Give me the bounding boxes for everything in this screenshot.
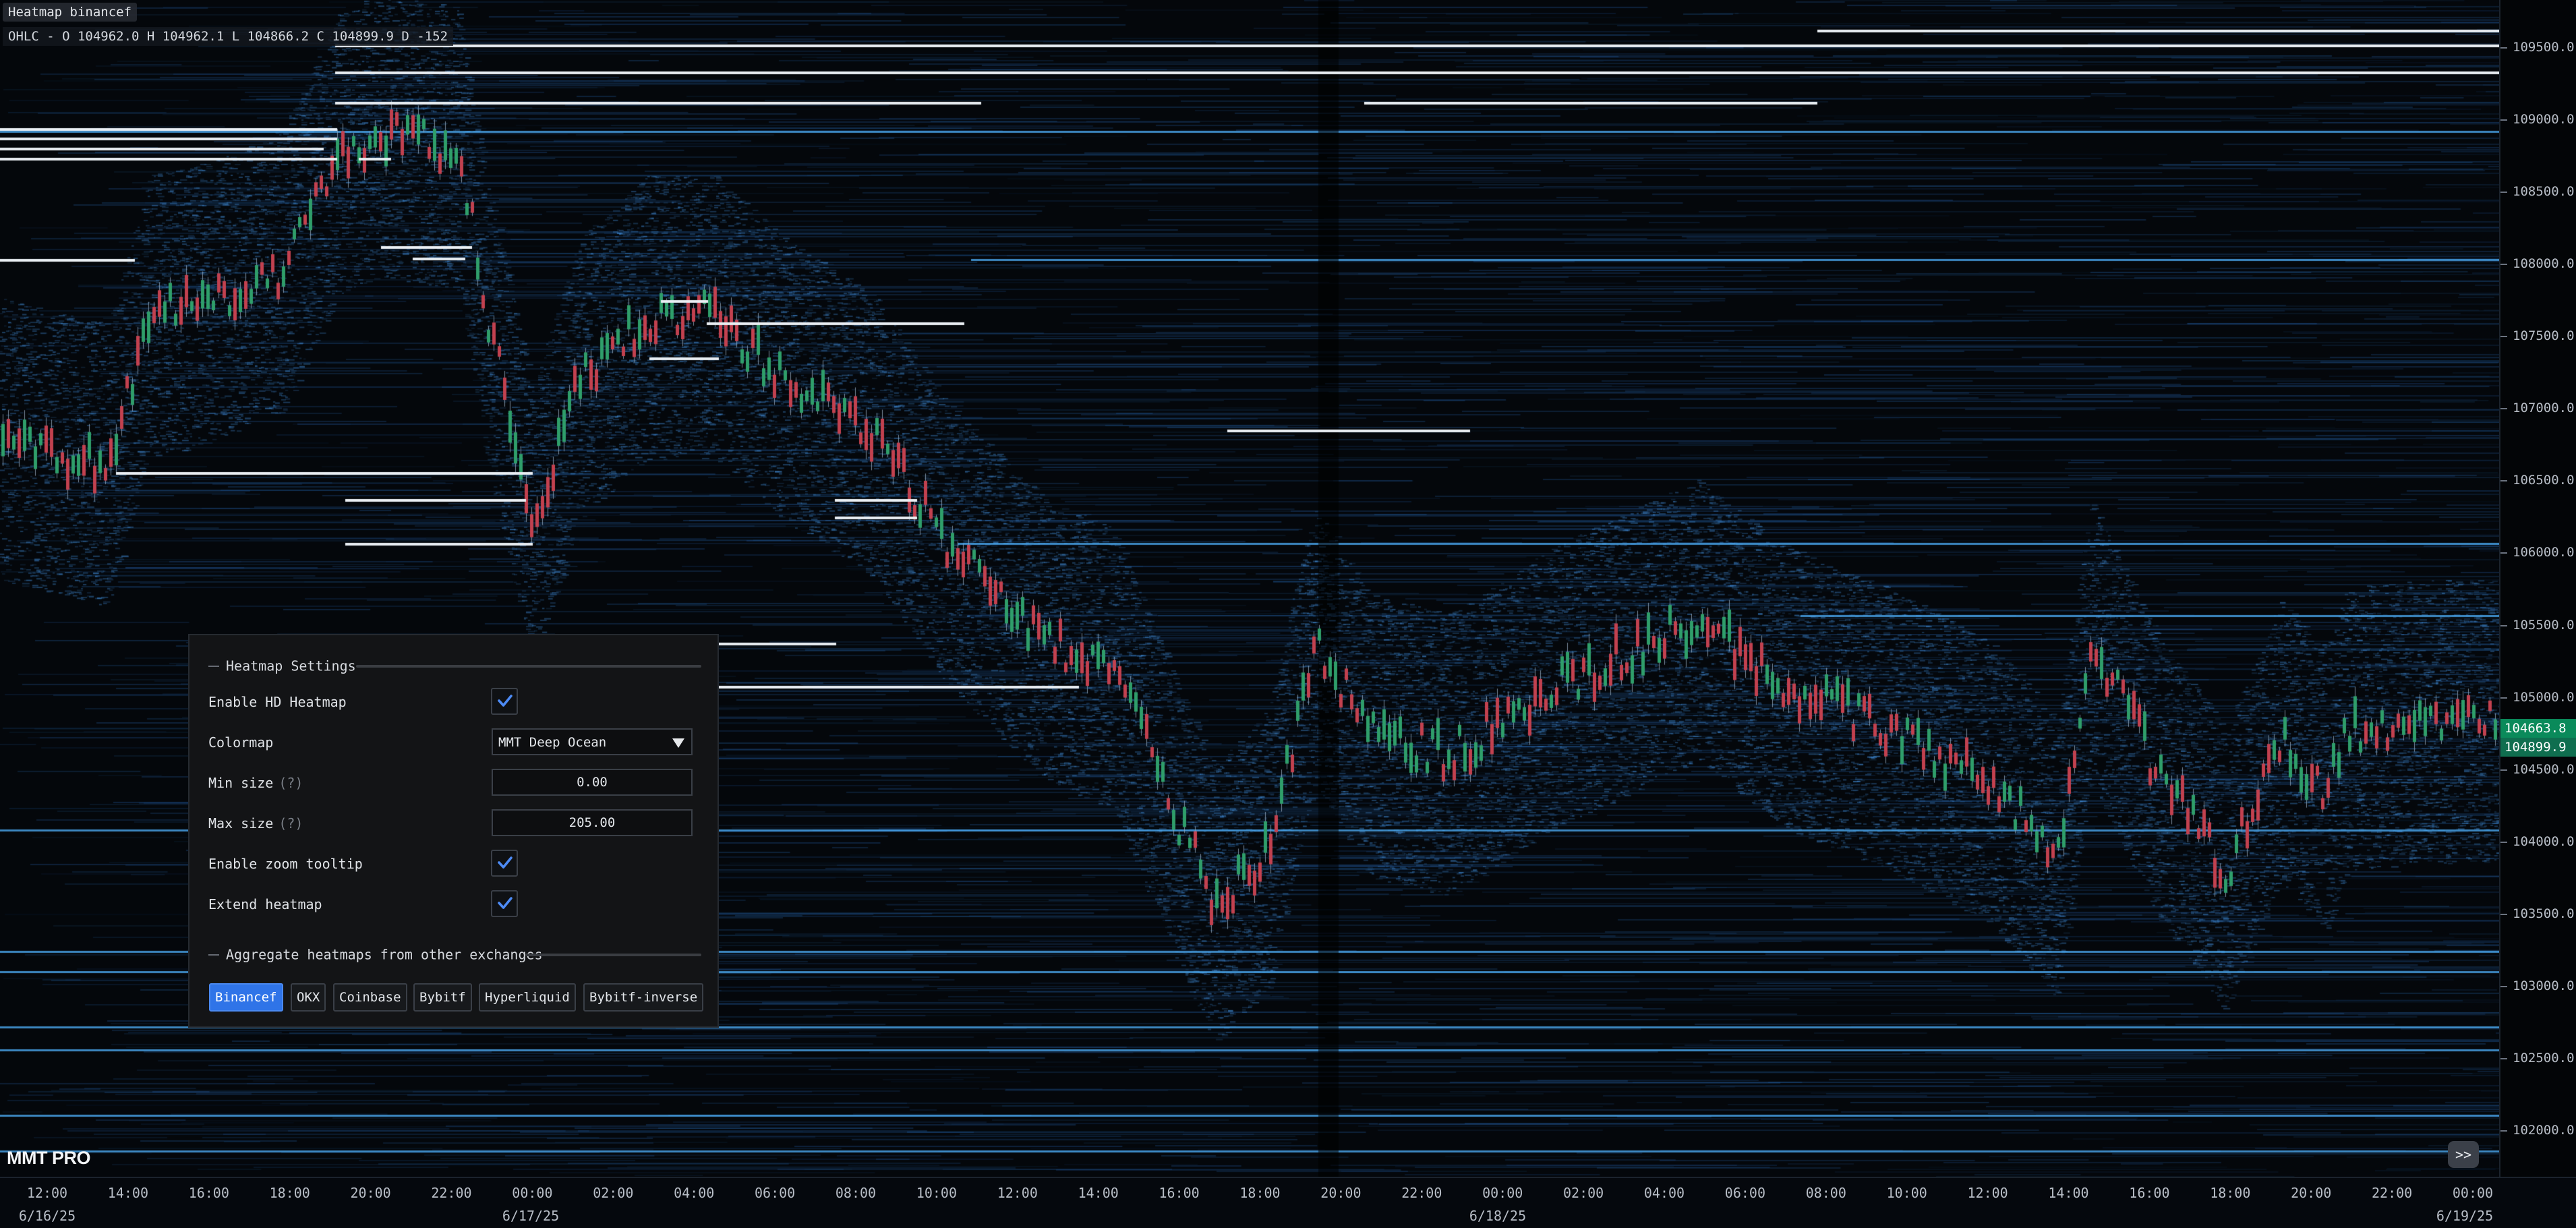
time-tick-label: 20:00: [1320, 1185, 1362, 1201]
max-size-label: Max size (?): [208, 815, 303, 831]
date-tick-label: 6/16/25: [18, 1208, 76, 1224]
price-tick-label: 108500.0: [2500, 184, 2576, 199]
time-tick-label: 08:00: [1805, 1185, 1846, 1201]
aggregate-section-header: Aggregate heatmaps from other exchanges: [208, 945, 701, 963]
time-axis[interactable]: 12:00 14:00 16:00 18:00 20:00 22:00 00:00 02:00…: [0, 1177, 2576, 1228]
time-tick-label: 22:00: [431, 1185, 472, 1201]
extend-heatmap-checkbox[interactable]: [491, 890, 518, 917]
enable-hd-label: Enable HD Heatmap: [208, 694, 347, 710]
checkmark-icon: [498, 856, 513, 869]
max-size-help-icon[interactable]: (?): [279, 815, 303, 831]
time-tick-label: 04:00: [674, 1185, 715, 1201]
exchange-button-hyperliquid[interactable]: Hyperliquid: [479, 983, 576, 1012]
colormap-select[interactable]: MMT Deep Ocean: [492, 728, 693, 755]
price-tick-label: 103000.0: [2500, 978, 2576, 993]
exchange-button-coinbase[interactable]: Coinbase: [333, 983, 407, 1012]
price-tick-label: 106000.0: [2500, 545, 2576, 560]
price-tick-label: 109500.0: [2500, 40, 2576, 55]
time-tick-label: 12:00: [997, 1185, 1038, 1201]
min-size-input[interactable]: [492, 769, 693, 796]
price-tick-label: 102000.0: [2500, 1123, 2576, 1138]
price-tick-label: 105500.0: [2500, 618, 2576, 633]
date-tick-label: 6/18/25: [1469, 1208, 1527, 1224]
time-tick-label: 14:00: [1078, 1185, 1119, 1201]
colormap-value: MMT Deep Ocean: [498, 735, 607, 750]
expand-button[interactable]: >>: [2448, 1141, 2479, 1168]
time-tick-label: 20:00: [350, 1185, 391, 1201]
time-tick-label: 10:00: [1886, 1185, 1927, 1201]
price-tick-label: 108000.0: [2500, 256, 2576, 271]
price-tick-label: 102500.0: [2500, 1051, 2576, 1065]
time-tick-label: 00:00: [2452, 1185, 2494, 1201]
time-tick-label: 08:00: [835, 1185, 877, 1201]
checkmark-icon: [498, 695, 513, 707]
zoom-tooltip-label: Enable zoom tooltip: [208, 856, 363, 872]
enable-hd-checkbox[interactable]: [491, 688, 518, 715]
min-size-help-icon[interactable]: (?): [279, 775, 303, 791]
time-tick-label: 22:00: [1401, 1185, 1442, 1201]
max-size-text: Max size: [208, 815, 274, 831]
price-tick-label: 109000.0: [2500, 112, 2576, 127]
time-tick-label: 14:00: [107, 1185, 148, 1201]
price-tick-label: 106500.0: [2500, 473, 2576, 488]
exchange-button-okx[interactable]: OKX: [291, 983, 326, 1012]
price-tick-label: 104000.0: [2500, 834, 2576, 849]
price-tick-label: 107000.0: [2500, 401, 2576, 415]
price-tick-label: 104500.0: [2500, 762, 2576, 777]
checkmark-icon: [498, 897, 513, 909]
exchange-button-bybitf[interactable]: Bybitf: [413, 983, 472, 1012]
max-size-input[interactable]: [492, 809, 693, 836]
time-tick-label: 16:00: [188, 1185, 229, 1201]
price-axis[interactable]: 109500.0 109000.0 108500.0 108000.0 107500.0…: [2499, 0, 2576, 1177]
chart-title: Heatmap binancef: [3, 3, 138, 22]
heatmap-chart[interactable]: Heatmap binancef OHLC - O 104962.0 H 104…: [0, 0, 2499, 1177]
time-tick-label: 16:00: [1159, 1185, 1200, 1201]
chevron-down-icon: [672, 738, 684, 748]
time-tick-label: 06:00: [1724, 1185, 1765, 1201]
aggregate-title: Aggregate heatmaps from other exchanges: [226, 946, 543, 963]
extend-heatmap-label: Extend heatmap: [208, 896, 322, 912]
current-price-badge: 104663.8: [2500, 718, 2576, 738]
exchange-button-binancef[interactable]: Binancef: [209, 983, 283, 1012]
price-tick-label: 107500.0: [2500, 328, 2576, 343]
time-tick-label: 10:00: [916, 1185, 957, 1201]
min-size-text: Min size: [208, 775, 274, 791]
time-tick-label: 02:00: [1562, 1185, 1604, 1201]
time-tick-label: 12:00: [1967, 1185, 2008, 1201]
time-tick-label: 00:00: [1482, 1185, 1523, 1201]
time-tick-label: 02:00: [593, 1185, 634, 1201]
settings-title: Heatmap Settings: [226, 657, 356, 674]
time-tick-label: 14:00: [2048, 1185, 2089, 1201]
price-tick-label: 103500.0: [2500, 906, 2576, 921]
date-tick-label: 6/19/25: [2436, 1208, 2494, 1224]
zoom-tooltip-checkbox[interactable]: [491, 850, 518, 877]
time-tick-label: 06:00: [754, 1185, 796, 1201]
time-tick-label: 04:00: [1643, 1185, 1685, 1201]
price-tick-label: 105000.0: [2500, 690, 2576, 705]
date-tick-label: 6/17/25: [502, 1208, 560, 1224]
exchange-button-bybitf-inverse[interactable]: Bybitf-inverse: [583, 983, 704, 1012]
min-size-label: Min size (?): [208, 775, 303, 791]
colormap-label: Colormap: [208, 734, 274, 751]
time-tick-label: 18:00: [1239, 1185, 1281, 1201]
brand-logo: MMT PRO: [7, 1148, 91, 1168]
time-tick-label: 18:00: [2210, 1185, 2251, 1201]
settings-section-header: Heatmap Settings: [208, 657, 701, 674]
last-close-badge: 104899.9: [2500, 737, 2576, 757]
time-tick-label: 20:00: [2291, 1185, 2332, 1201]
time-tick-label: 18:00: [269, 1185, 310, 1201]
heatmap-settings-panel: Heatmap Settings Enable HD Heatmap Color…: [188, 634, 719, 1028]
ohlc-readout: OHLC - O 104962.0 H 104962.1 L 104866.2 …: [3, 27, 454, 46]
time-tick-label: 12:00: [26, 1185, 68, 1201]
time-tick-label: 16:00: [2129, 1185, 2170, 1201]
time-tick-label: 00:00: [512, 1185, 553, 1201]
time-tick-label: 22:00: [2371, 1185, 2413, 1201]
